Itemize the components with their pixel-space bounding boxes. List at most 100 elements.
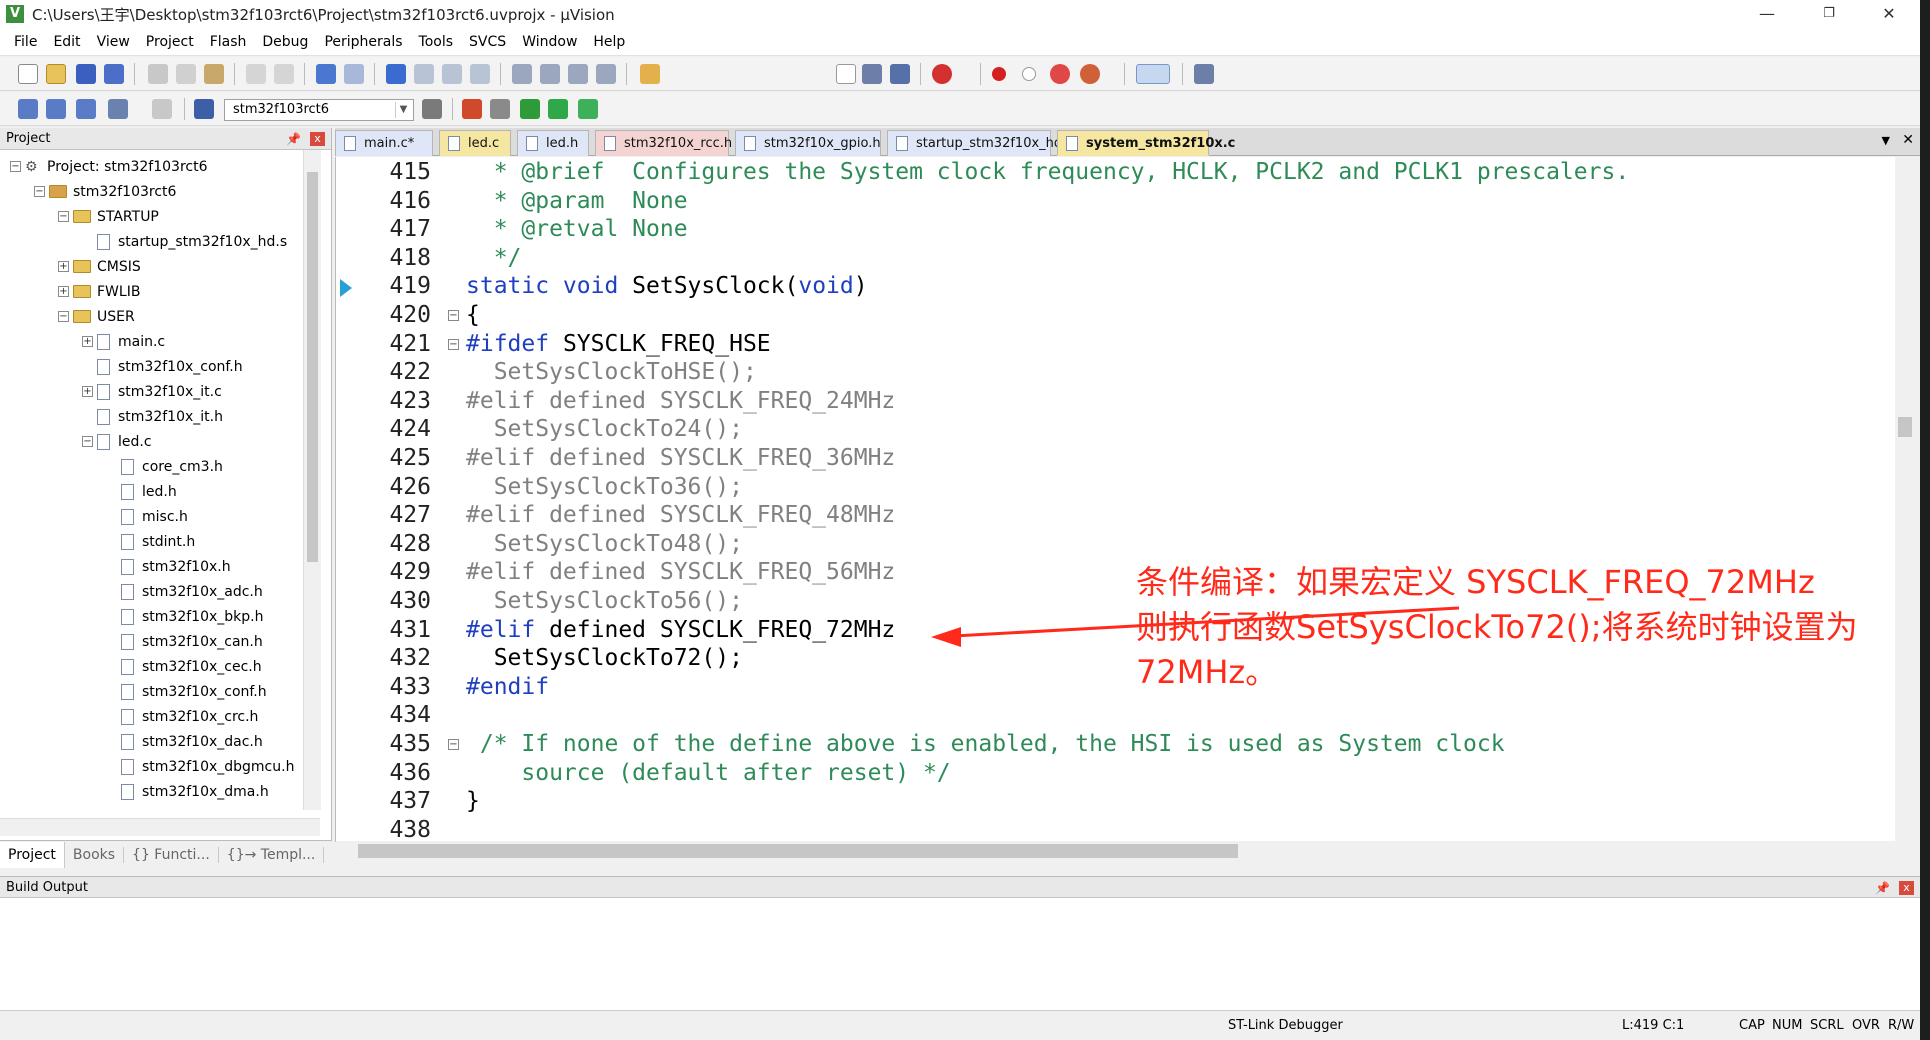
unindent-icon[interactable] [540, 64, 560, 84]
tree-item[interactable]: stm32f10x_it.h [82, 404, 223, 429]
indent-icon[interactable] [512, 64, 532, 84]
menu-help[interactable]: Help [585, 34, 633, 50]
menu-flash[interactable]: Flash [202, 34, 255, 50]
pin-icon[interactable]: 📌 [1875, 877, 1890, 899]
tree-item[interactable]: + main.c [82, 329, 165, 354]
fold-toggle-icon[interactable]: − [448, 310, 459, 321]
close-button[interactable]: ✕ [1866, 0, 1912, 28]
tree-item[interactable]: stm32f10x_can.h [106, 629, 263, 654]
expand-icon[interactable]: + [82, 336, 93, 347]
tree-item[interactable]: stm32f10x_dac.h [106, 729, 263, 754]
target-select[interactable]: stm32f103rct6 ▼ [224, 99, 414, 121]
tree-item[interactable]: misc.h [106, 504, 188, 529]
disable-breakpoint-icon[interactable] [1022, 67, 1036, 81]
breakpoint-icon[interactable] [992, 67, 1006, 81]
build-output-area[interactable] [0, 898, 1920, 1018]
save-icon[interactable] [76, 64, 96, 84]
manage-rte-icon[interactable] [548, 99, 568, 119]
tree-item[interactable]: − ⚙ Project: stm32f103rct6 [10, 154, 208, 179]
redo-icon[interactable] [274, 64, 294, 84]
tree-item[interactable]: + FWLIB [58, 279, 140, 304]
fold-toggle-icon[interactable]: − [448, 338, 459, 350]
translate-icon[interactable] [18, 99, 38, 119]
cut-icon[interactable] [148, 64, 168, 84]
expand-icon[interactable]: + [58, 261, 69, 272]
clear-breakpoints-icon[interactable] [1050, 64, 1070, 84]
tab-functions[interactable]: {} Functi... [124, 846, 219, 863]
comment-icon[interactable] [568, 64, 588, 84]
tree-item[interactable]: core_cm3.h [106, 454, 223, 479]
select-packs-icon[interactable] [490, 99, 510, 119]
target-options-icon[interactable] [422, 99, 442, 119]
event-recorder-icon[interactable] [578, 99, 598, 119]
menu-edit[interactable]: Edit [45, 34, 88, 50]
new-file-icon[interactable] [18, 64, 38, 84]
tab-list-dropdown-icon[interactable]: ▼ [1882, 134, 1890, 147]
tab-books[interactable]: Books [65, 846, 125, 863]
incremental-find-icon[interactable] [862, 64, 882, 84]
tree-item[interactable]: led.h [106, 479, 177, 504]
editor-tab[interactable]: led.c [439, 130, 511, 156]
find-icon[interactable] [890, 64, 910, 84]
manage-project-items-icon[interactable] [462, 99, 482, 119]
menu-svcs[interactable]: SVCS [461, 34, 514, 50]
tree-item[interactable]: stdint.h [106, 529, 195, 554]
uncomment-icon[interactable] [596, 64, 616, 84]
bookmark-icon[interactable] [386, 64, 406, 84]
tree-item[interactable]: − USER [58, 304, 135, 329]
pin-icon[interactable]: 📌 [286, 128, 301, 150]
tree-horizontal-scrollbar[interactable] [0, 818, 320, 836]
build-icon[interactable] [46, 99, 66, 119]
kill-breakpoints-icon[interactable] [1080, 64, 1100, 84]
menu-window[interactable]: Window [514, 34, 585, 50]
window-layout-icon[interactable] [1136, 64, 1170, 84]
tab-project[interactable]: Project [0, 841, 65, 868]
collapse-icon[interactable]: − [34, 186, 45, 197]
menu-view[interactable]: View [89, 34, 138, 50]
pack-installer-icon[interactable] [520, 99, 540, 119]
clear-bookmarks-icon[interactable] [470, 64, 490, 84]
editor-tab[interactable]: stm32f10x_rcc.h [595, 130, 732, 156]
editor-tab[interactable]: stm32f10x_gpio.h [735, 130, 881, 156]
code-editor[interactable]: 415 416 417 418 419 420−421−422 423 424 425 426 42… [335, 157, 1915, 861]
undo-icon[interactable] [246, 64, 266, 84]
open-file-icon[interactable] [46, 64, 66, 84]
tree-item[interactable]: + stm32f10x_it.c [82, 379, 222, 404]
tree-item[interactable]: stm32f10x_bkp.h [106, 604, 263, 629]
menu-project[interactable]: Project [138, 34, 202, 50]
tree-item[interactable]: stm32f10x_adc.h [106, 579, 263, 604]
editor-horizontal-scrollbar[interactable] [336, 841, 1896, 861]
next-bookmark-icon[interactable] [442, 64, 462, 84]
download-icon[interactable] [194, 99, 214, 119]
tree-vertical-scrollbar[interactable] [303, 150, 321, 810]
fold-toggle-icon[interactable]: − [448, 739, 459, 750]
tree-item[interactable]: stm32f10x.h [106, 554, 231, 579]
navigate-back-icon[interactable] [316, 64, 336, 84]
tree-item[interactable]: stm32f10x_dbgmcu.h [106, 754, 294, 779]
close-tab-icon[interactable]: ✕ [1902, 132, 1914, 148]
navigate-forward-icon[interactable] [344, 64, 364, 84]
tree-item[interactable]: − led.c [82, 429, 152, 454]
collapse-icon[interactable]: − [10, 161, 21, 172]
collapse-icon[interactable]: − [82, 436, 93, 447]
editor-tab[interactable]: startup_stm32f10x_hd.s [887, 130, 1073, 156]
stop-build-icon[interactable] [152, 99, 172, 119]
tree-item[interactable]: stm32f10x_crc.h [106, 704, 258, 729]
find-dropdown-icon[interactable] [836, 64, 856, 84]
editor-vertical-scrollbar[interactable] [1895, 157, 1915, 842]
expand-icon[interactable]: + [58, 286, 69, 297]
tree-item[interactable]: − STARTUP [58, 204, 159, 229]
tree-item[interactable]: stm32f10x_conf.h [82, 354, 243, 379]
copy-icon[interactable] [176, 64, 196, 84]
restore-button[interactable]: ❐ [1806, 0, 1852, 28]
tree-item[interactable]: startup_stm32f10x_hd.s [82, 229, 287, 254]
paste-icon[interactable] [204, 64, 224, 84]
tree-item[interactable]: + CMSIS [58, 254, 141, 279]
editor-tab[interactable]: main.c* [335, 130, 433, 156]
start-debug-icon[interactable] [932, 64, 952, 84]
menu-peripherals[interactable]: Peripherals [316, 34, 410, 50]
close-panel-button[interactable]: x [1899, 881, 1914, 895]
find-in-files-icon[interactable] [640, 64, 660, 84]
tree-item[interactable]: stm32f10x_cec.h [106, 654, 262, 679]
save-all-icon[interactable] [104, 64, 124, 84]
